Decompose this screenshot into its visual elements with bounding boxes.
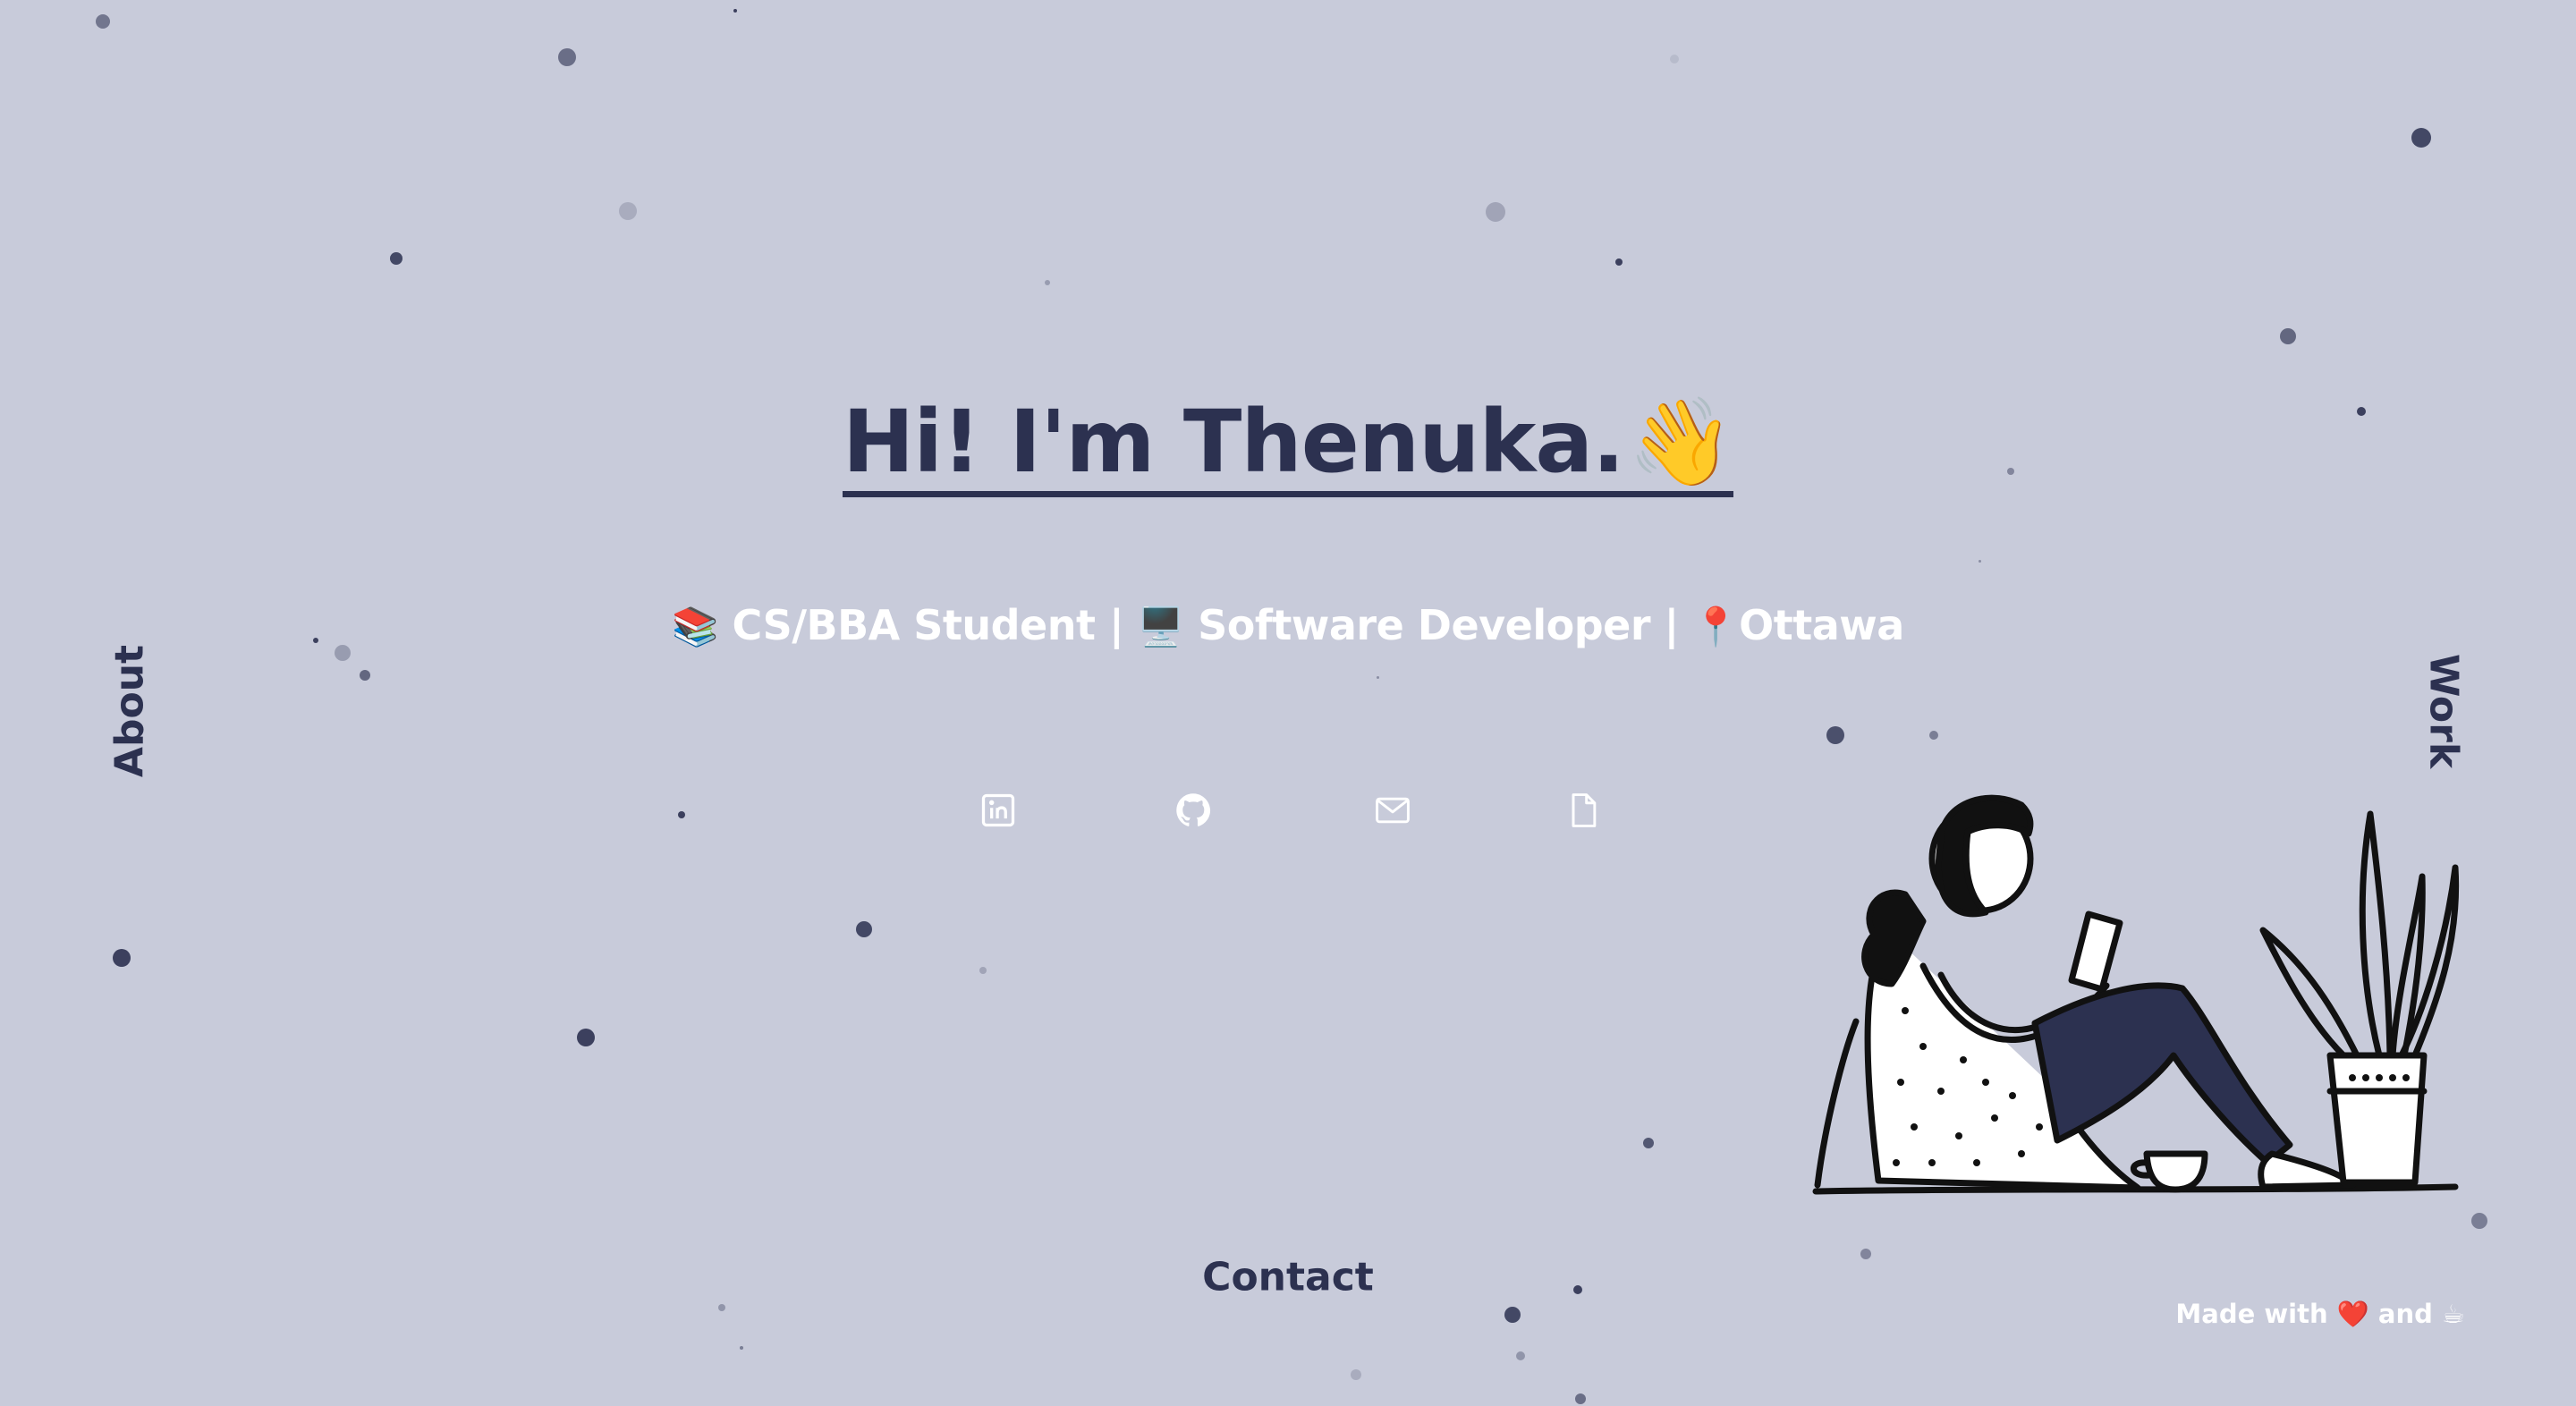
particle-dot	[1643, 1138, 1654, 1148]
hero-heading: Hi! I'm Thenuka.👋	[0, 392, 2576, 497]
particle-dot	[1978, 559, 1981, 563]
books-emoji: 📚	[672, 605, 718, 648]
particle-dot	[360, 670, 370, 681]
subtitle-location: Ottawa	[1739, 601, 1904, 649]
particle-dot	[1670, 55, 1679, 64]
particle-dot	[1860, 1249, 1871, 1259]
particle-dot	[390, 252, 402, 265]
resume-link[interactable]	[1562, 789, 1605, 832]
particle-dot	[1504, 1307, 1521, 1323]
particle-dot	[1351, 1369, 1361, 1380]
particle-dot	[740, 1346, 743, 1350]
footer-made-with-text: Made with	[2175, 1299, 2337, 1329]
computer-emoji: 🖥️	[1137, 605, 1184, 648]
particle-dot	[1486, 202, 1505, 222]
particle-dot	[979, 967, 987, 974]
particle-dot	[2280, 328, 2296, 344]
particle-dot	[558, 48, 576, 66]
github-link[interactable]	[1172, 789, 1215, 832]
portfolio-page: Hi! I'm Thenuka.👋 📚 CS/BBA Student | 🖥️ …	[0, 0, 2576, 1406]
particle-dot	[619, 202, 637, 220]
particle-dot	[1826, 726, 1844, 744]
hero-title-link[interactable]: Hi! I'm Thenuka.👋	[842, 392, 1735, 497]
footer-and-text: and	[2368, 1299, 2442, 1329]
particle-dot	[96, 14, 110, 29]
email-link[interactable]	[1371, 789, 1414, 832]
subtitle-role-student: CS/BBA Student |	[717, 601, 1138, 649]
pin-emoji: 📍	[1692, 605, 1740, 648]
particle-dot	[733, 9, 737, 13]
nav-about-link[interactable]: About	[107, 645, 153, 777]
subtitle-role-developer: Software Developer |	[1183, 601, 1693, 649]
linkedin-link[interactable]	[977, 789, 1020, 832]
particle-dot	[2471, 1213, 2487, 1229]
mail-icon	[1376, 797, 1410, 824]
particle-dot	[1615, 258, 1623, 266]
coffee-emoji: ☕	[2442, 1299, 2465, 1329]
reading-woman-illustration	[1812, 794, 2460, 1195]
particle-dot	[1045, 280, 1050, 285]
particle-dot	[577, 1029, 595, 1046]
particle-dot	[1929, 731, 1938, 740]
particle-dot	[856, 921, 872, 937]
particle-dot	[1573, 1285, 1582, 1294]
particle-dot	[718, 1304, 725, 1311]
nav-contact-link[interactable]: Contact	[1202, 1255, 1374, 1300]
heart-emoji: ❤️	[2336, 1299, 2369, 1329]
footer-made-with: Made with ❤️ and ☕	[2175, 1299, 2465, 1330]
github-icon	[1176, 793, 1211, 826]
document-icon	[1572, 793, 1597, 827]
linkedin-icon	[981, 793, 1015, 827]
wave-emoji: 👋	[1627, 392, 1735, 492]
hero-title-text: Hi! I'm Thenuka.	[842, 392, 1625, 492]
particle-dot	[1516, 1351, 1525, 1360]
particle-dot	[1376, 675, 1379, 679]
particle-dot	[2411, 128, 2431, 148]
particle-dot	[113, 949, 131, 967]
particle-dot	[1575, 1393, 1586, 1404]
hero-subtitle: 📚 CS/BBA Student | 🖥️ Software Developer…	[0, 601, 2576, 649]
nav-work-link[interactable]: Work	[2421, 654, 2467, 768]
